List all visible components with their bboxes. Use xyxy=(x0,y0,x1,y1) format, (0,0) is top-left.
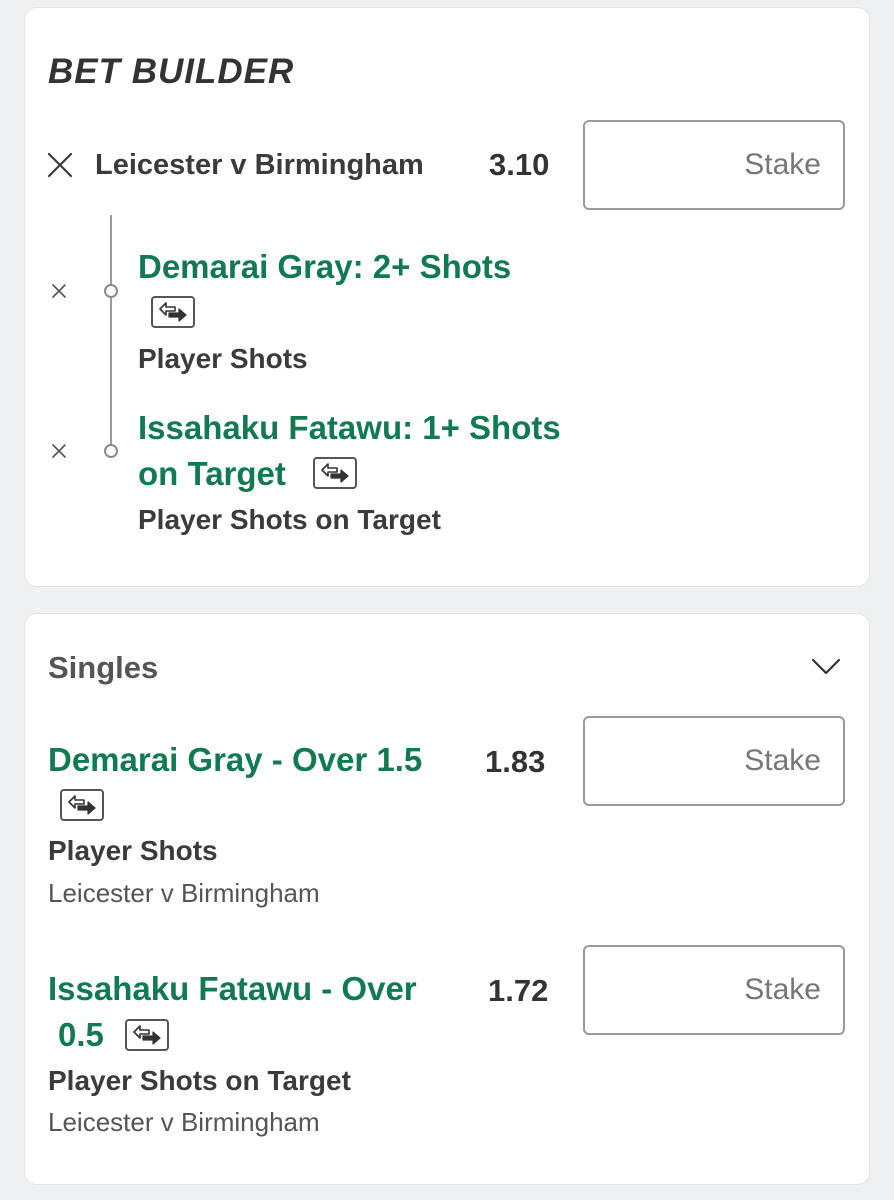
single-selection-title: Issahaku Fatawu - Over xyxy=(48,970,417,1007)
single-event-name: Leicester v Birmingham xyxy=(48,1107,320,1137)
leg-selection-title: Issahaku Fatawu: 1+ Shots xyxy=(138,409,561,446)
leg-connector-dot xyxy=(104,444,118,458)
single-odds: 1.72 xyxy=(488,973,549,1008)
bet-builder-odds: 3.10 xyxy=(489,147,550,182)
remove-bet-builder-close-icon[interactable] xyxy=(47,152,73,178)
swap-icon[interactable] xyxy=(313,457,357,489)
swap-icon[interactable] xyxy=(151,296,195,328)
single-event-name: Leicester v Birmingham xyxy=(48,878,320,908)
bet-builder-title: BET BUILDER xyxy=(48,52,295,91)
bet-builder-event-name: Leicester v Birmingham xyxy=(95,149,424,181)
single-selection-title-continued: 0.5 xyxy=(58,1016,104,1053)
bet-builder-card: BET BUILDER Leicester v Birmingham 3.10 … xyxy=(25,8,869,586)
single-market-label: Player Shots on Target xyxy=(48,1065,351,1096)
single-selection-title: Demarai Gray - Over 1.5 xyxy=(48,741,423,778)
leg-selection-title-continued: on Target xyxy=(138,455,286,492)
singles-heading: Singles xyxy=(48,650,159,685)
leg-connector-dot xyxy=(104,284,118,298)
single-odds: 1.83 xyxy=(485,744,546,779)
single-stake-input[interactable] xyxy=(583,716,845,806)
remove-leg-close-icon[interactable] xyxy=(52,444,66,458)
single-market-label: Player Shots xyxy=(48,835,218,866)
legs-connector-line xyxy=(110,215,112,455)
singles-card: Singles Demarai Gray - Over 1.5 1.83 Pla… xyxy=(25,614,869,1184)
swap-icon[interactable] xyxy=(125,1019,169,1051)
leg-market-label: Player Shots on Target xyxy=(138,504,441,535)
remove-leg-close-icon[interactable] xyxy=(52,284,66,298)
leg-market-label: Player Shots xyxy=(138,343,308,374)
chevron-down-icon[interactable] xyxy=(811,658,841,681)
leg-selection-title: Demarai Gray: 2+ Shots xyxy=(138,248,512,285)
bet-builder-stake-input[interactable] xyxy=(583,120,845,210)
swap-icon[interactable] xyxy=(60,789,104,821)
single-stake-input[interactable] xyxy=(583,945,845,1035)
